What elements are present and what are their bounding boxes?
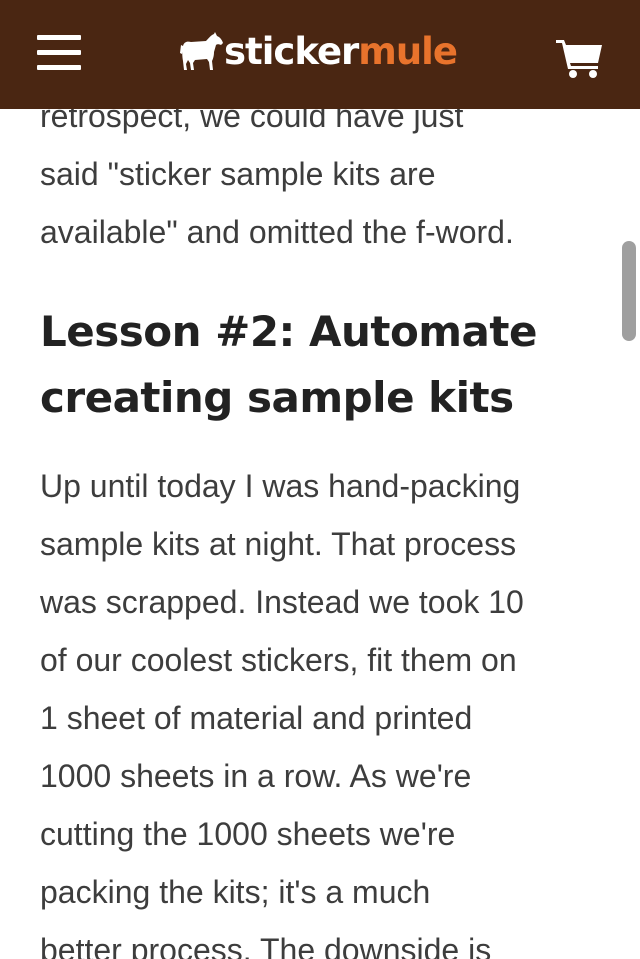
body-line: was scrapped. Instead we took 10 — [40, 584, 524, 620]
brand-part1: sticker — [224, 30, 359, 73]
brand-part2: mule — [358, 30, 458, 73]
body-line: Up until today I was hand-packing — [40, 468, 521, 504]
cart-icon-graphic — [556, 40, 602, 78]
hamburger-menu-icon[interactable] — [37, 33, 81, 73]
intro-paragraph: retrospect, we could have just said "sti… — [40, 87, 610, 261]
body-line: packing the kits; it's a much — [40, 874, 431, 910]
sticker-mule-logo[interactable]: stickermule — [180, 26, 458, 78]
menu-bar — [37, 35, 81, 40]
body-line: better process. The downside is — [40, 932, 492, 959]
body-paragraph: Up until today I was hand-packing sample… — [40, 457, 610, 959]
lesson-heading: Lesson #2: Automate creating sample kits — [40, 299, 610, 431]
body-line: 1 sheet of material and printed — [40, 700, 473, 736]
body-line: 1000 sheets in a row. As we're — [40, 758, 472, 794]
article-content: retrospect, we could have just said "sti… — [40, 87, 610, 959]
intro-line: available" and omitted the f-word. — [40, 214, 514, 250]
scrollbar-thumb[interactable] — [622, 241, 636, 341]
body-line: of our coolest stickers, fit them on — [40, 642, 517, 678]
shopping-cart-icon[interactable] — [556, 37, 604, 79]
body-line: cutting the 1000 sheets we're — [40, 816, 456, 852]
heading-line: Lesson #2: Automate — [40, 307, 537, 356]
intro-line: said "sticker sample kits are — [40, 156, 436, 192]
brand-name: stickermule — [224, 26, 458, 78]
menu-bar — [37, 50, 81, 55]
site-header: stickermule — [0, 0, 640, 109]
mule-logo-icon — [180, 32, 223, 70]
heading-line: creating sample kits — [40, 373, 514, 422]
body-line: sample kits at night. That process — [40, 526, 517, 562]
menu-bar — [37, 65, 81, 70]
page: retrospect, we could have just said "sti… — [0, 0, 640, 959]
